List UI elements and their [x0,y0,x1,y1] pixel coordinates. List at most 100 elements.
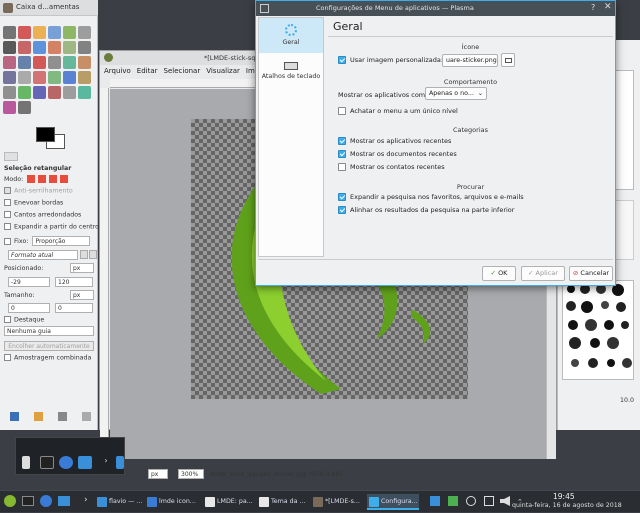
mode-replace-icon[interactable] [27,175,36,183]
clock-time[interactable]: 19:45 [553,492,575,501]
tool-icon[interactable] [18,41,31,54]
size-width-input[interactable]: 0 [8,303,50,313]
task-item[interactable]: lmde icon... [145,494,201,510]
save-options-icon[interactable] [10,412,19,421]
clipboard-icon[interactable] [484,496,494,506]
chrome-icon[interactable] [40,495,52,507]
fixed-select[interactable]: Proporção [32,236,91,246]
tool-icon[interactable] [78,71,91,84]
menu-item[interactable]: Editar [137,67,158,75]
tool-icon[interactable] [48,71,61,84]
tool-icon[interactable] [3,26,16,39]
terminal-icon[interactable] [22,496,34,506]
checkbox[interactable] [338,206,346,214]
position-unit-select[interactable]: px [70,263,94,273]
tool-icon[interactable] [18,56,31,69]
chevron-right-icon[interactable]: › [99,456,113,469]
window-menu-icon[interactable] [260,4,269,13]
size-unit-select[interactable]: px [70,290,94,300]
ratio-field[interactable]: Formato atual [8,250,78,260]
rounded-option[interactable]: Cantos arredondados [4,211,81,219]
folder-icon[interactable] [78,456,92,469]
custom-image-field[interactable]: uare-sticker.png [442,54,498,67]
delete-options-icon[interactable] [58,412,67,421]
menu-item[interactable]: Selecionar [164,67,201,75]
feather-option[interactable]: Enevoar bordas [4,199,63,207]
ok-button[interactable]: ✓ OK [482,266,516,281]
flatten-menu-option[interactable]: Achatar o menu a um único nível [338,107,458,115]
brush-grid[interactable] [562,280,634,380]
tool-icon[interactable] [3,56,16,69]
expand-center-option[interactable]: Expandir a partir do centro [4,223,99,231]
tower-icon[interactable] [22,456,30,469]
align-search-option[interactable]: Alinhar os resultados da pesquisa na par… [338,206,514,214]
show-recent-apps-option[interactable]: Mostrar os aplicativos recentes [338,137,451,145]
checkbox[interactable] [338,137,346,145]
tool-icon[interactable] [3,101,16,114]
antialias-option[interactable]: Anti-serrilhamento [4,187,73,195]
restore-options-icon[interactable] [34,412,43,421]
apply-button[interactable]: ✓ Aplicar [521,266,565,281]
position-y-input[interactable]: 120 [55,277,93,287]
foreground-color-swatch[interactable] [36,127,55,142]
auto-shrink-button[interactable]: Encolher automaticamente [4,341,94,351]
show-apps-as-select[interactable]: Apenas o no... ⌄ [425,87,487,100]
use-custom-image-option[interactable]: Usar imagem personalizada: [338,56,443,64]
tool-icon[interactable] [3,41,16,54]
mode-add-icon[interactable] [38,175,47,183]
close-icon[interactable]: ✕ [604,2,612,12]
checkbox[interactable] [338,193,346,201]
portrait-icon[interactable] [80,250,88,259]
menu-item[interactable]: Arquivo [104,67,131,75]
brush-spacing-value[interactable]: 10.0 [604,397,634,404]
show-recent-contacts-option[interactable]: Mostrar os contatos recentes [338,163,445,171]
tool-icon[interactable] [78,26,91,39]
help-icon[interactable]: ? [591,3,595,12]
tool-icon[interactable] [48,26,61,39]
mode-subtract-icon[interactable] [49,175,58,183]
size-height-input[interactable]: 0 [55,303,93,313]
task-item[interactable]: Configura... [367,494,419,510]
position-x-input[interactable]: -29 [8,277,50,287]
tool-icon[interactable] [18,26,31,39]
checkbox[interactable] [338,56,346,64]
sidebar-item-general[interactable]: Geral [259,18,323,53]
wifi-icon[interactable] [466,496,476,506]
highlight-option[interactable]: Destaque [4,316,44,324]
shield-icon[interactable] [448,496,458,506]
tool-icon[interactable] [33,71,46,84]
app-launcher-icon[interactable] [4,495,16,507]
tool-icon[interactable] [33,41,46,54]
tool-options-tab[interactable] [4,152,18,161]
checkbox[interactable] [338,107,346,115]
volume-icon[interactable] [500,496,510,506]
tool-icon[interactable] [48,86,61,99]
show-recent-docs-option[interactable]: Mostrar os documentos recentes [338,150,457,158]
tool-icon[interactable] [63,41,76,54]
tool-icon[interactable] [3,71,16,84]
fixed-option[interactable]: Fixo: Proporção [4,236,91,246]
vertical-ruler[interactable] [100,88,109,458]
tool-icon[interactable] [18,86,31,99]
clock-date[interactable]: quinta-feira, 16 de agosto de 2018 [512,502,622,509]
folder-icon[interactable] [116,456,124,469]
tool-icon[interactable] [48,56,61,69]
notes-icon[interactable] [430,496,440,506]
tool-icon[interactable] [63,26,76,39]
landscape-icon[interactable] [89,250,97,259]
menu-item[interactable]: Visualizar [206,67,240,75]
tool-icon[interactable] [78,86,91,99]
tool-icon[interactable] [3,86,16,99]
zoom-select[interactable]: 300% [178,469,204,479]
sample-merged-option[interactable]: Amostragem combinada [4,354,91,362]
unit-select[interactable]: px [148,469,168,479]
tool-icon[interactable] [18,101,31,114]
tool-icon[interactable] [78,41,91,54]
guides-select[interactable]: Nenhuma guia [4,326,94,336]
tool-icon[interactable] [63,71,76,84]
tool-icon[interactable] [18,71,31,84]
tool-icon[interactable] [63,86,76,99]
mode-intersect-icon[interactable] [60,175,69,183]
sidebar-item-shortcuts[interactable]: Atalhos de teclado [259,56,323,91]
browse-folder-button[interactable] [501,53,515,67]
